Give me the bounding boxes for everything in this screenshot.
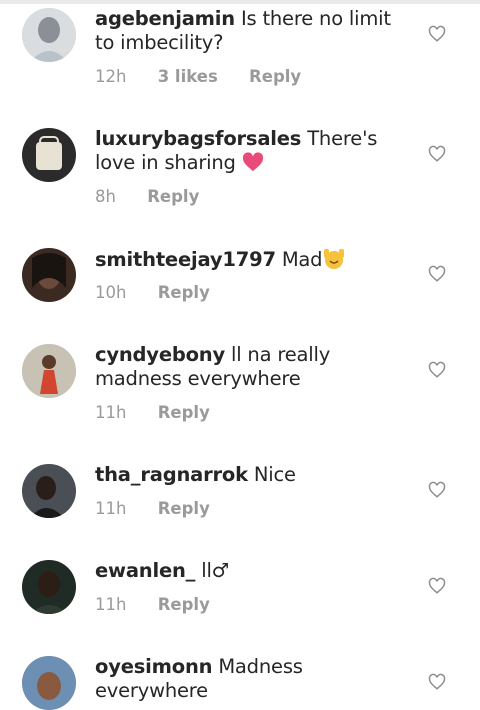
avatar[interactable] (22, 560, 76, 614)
reply-button[interactable]: Reply (158, 499, 210, 518)
avatar[interactable] (22, 128, 76, 182)
comment-time: 11h (95, 595, 127, 614)
avatar[interactable] (22, 344, 76, 398)
comment-body: Nice (253, 463, 296, 486)
comment-text: ewanlen_ ll♂ (95, 559, 413, 583)
comment-meta: 11h Reply (95, 499, 236, 518)
comment-username[interactable]: tha_ragnarrok (95, 463, 248, 486)
comment-text: agebenjamin Is there no limit to imbecil… (95, 7, 413, 55)
comment-likes[interactable]: 3 likes (158, 67, 218, 86)
reply-button[interactable]: Reply (158, 403, 210, 422)
heart-icon[interactable] (428, 481, 446, 499)
heart-icon[interactable] (428, 577, 446, 595)
comment-time: 11h (95, 403, 127, 422)
heart-icon[interactable] (428, 361, 446, 379)
comment-meta: 11h Reply (95, 403, 236, 422)
comment-meta: 10h Reply (95, 283, 236, 302)
comment-time: 12h (95, 67, 127, 86)
comment-body: ll♂ (201, 559, 229, 582)
comment-text: tha_ragnarrok Nice (95, 463, 413, 487)
comment-username[interactable]: oyesimonn (95, 655, 213, 678)
comment-meta: 11h Reply (95, 595, 236, 614)
reply-button[interactable]: Reply (158, 595, 210, 614)
avatar[interactable] (22, 656, 76, 710)
heart-emoji-icon (242, 152, 264, 178)
heart-icon[interactable] (428, 145, 446, 163)
comment-username[interactable]: smithteejay1797 (95, 248, 276, 271)
avatar[interactable] (22, 248, 76, 302)
comment-time: 10h (95, 283, 127, 302)
comment-text: cyndyebony ll na really madness everywhe… (95, 343, 413, 391)
reply-button[interactable]: Reply (158, 283, 210, 302)
reply-button[interactable]: Reply (249, 67, 301, 86)
comment-username[interactable]: agebenjamin (95, 7, 235, 30)
comment-username[interactable]: ewanlen_ (95, 559, 195, 582)
avatar[interactable] (22, 8, 76, 62)
comment-text: luxurybagsforsales There's love in shari… (95, 127, 413, 178)
comment-text: smithteejay1797 Mad (95, 247, 413, 275)
comment-time: 11h (95, 499, 127, 518)
heart-icon[interactable] (428, 265, 446, 283)
top-divider (0, 0, 480, 4)
reply-button[interactable]: Reply (147, 187, 199, 206)
comment-username[interactable]: luxurybagsforsales (95, 127, 301, 150)
comment-username[interactable]: cyndyebony (95, 343, 225, 366)
comment-body: Mad (281, 248, 323, 271)
avatar[interactable] (22, 464, 76, 518)
raised-hands-emoji-icon (322, 247, 346, 275)
heart-icon[interactable] (428, 673, 446, 691)
comment-text: oyesimonn Madness everywhere (95, 655, 413, 703)
comment-time: 8h (95, 187, 116, 206)
comment-meta: 12h 3 likes Reply (95, 67, 327, 86)
comment-meta: 8h Reply (95, 187, 225, 206)
heart-icon[interactable] (428, 25, 446, 43)
